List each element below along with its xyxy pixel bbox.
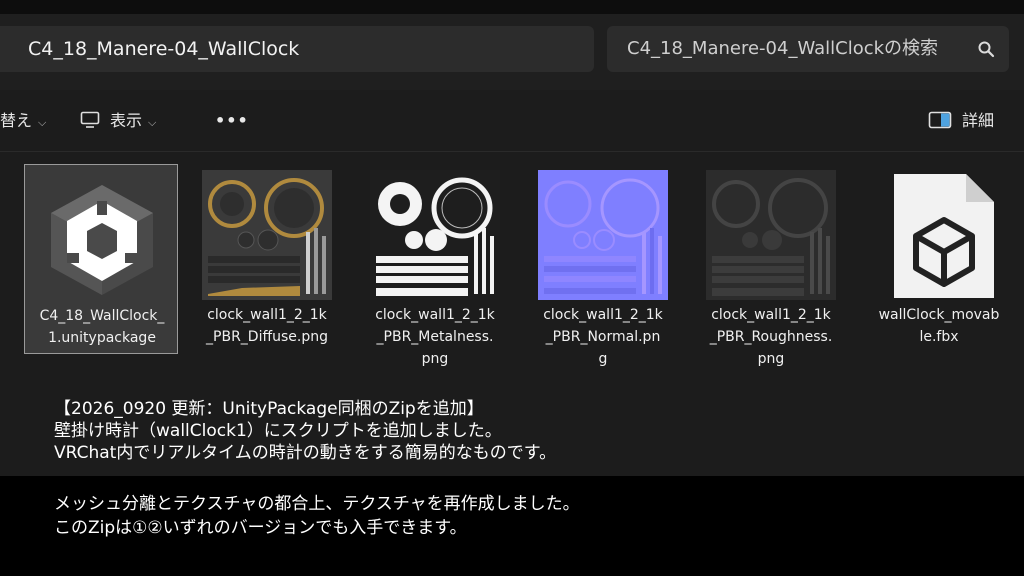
file-name: wallClock_movab le.fbx <box>878 307 1000 345</box>
monitor-icon <box>80 111 100 128</box>
chevron-down-icon: ⌵ <box>38 116 47 129</box>
file-item-unitypackage[interactable]: C4_18_WallClock_ 1.unitypackage <box>24 164 178 354</box>
file-item-normal-png[interactable]: clock_wall1_2_1k _PBR_Normal.pn g <box>526 164 680 367</box>
metalness-texture-thumbnail <box>370 170 500 300</box>
search-box[interactable]: C4_18_Manere-04_WallClockの検索 <box>607 26 1009 72</box>
note-line: 【2026_0920 更新：UnityPackage同梱のZipを追加】 <box>54 399 484 419</box>
roughness-texture-thumbnail <box>706 170 836 300</box>
file-item-fbx[interactable]: wallClock_movab le.fbx <box>862 164 1016 354</box>
file-name: clock_wall1_2_1k _PBR_Metalness. png <box>375 307 495 367</box>
3d-object-file-icon <box>894 174 994 298</box>
chevron-down-icon: ⌵ <box>148 116 157 129</box>
diffuse-texture-thumbnail <box>202 170 332 300</box>
details-label: 詳細 <box>962 111 995 130</box>
address-path: C4_18_Manere-04_WallClock <box>28 38 300 60</box>
window-top-strip <box>0 0 1024 14</box>
file-name: clock_wall1_2_1k _PBR_Normal.pn g <box>543 307 663 367</box>
more-options-button[interactable]: ••• <box>215 108 249 134</box>
command-bar: 替え ⌵ 表示 ⌵ ••• 詳細 <box>0 90 1024 152</box>
note-line: 壁掛け時計（wallClock1）にスクリプトを追加しました。 <box>54 421 502 441</box>
search-placeholder: C4_18_Manere-04_WallClockの検索 <box>627 38 939 59</box>
address-row: C4_18_Manere-04_WallClock C4_18_Manere-0… <box>0 14 1024 90</box>
caption-bar: メッシュ分離とテクスチャの都合上、テクスチャを再作成しました。 このZipは①②… <box>0 476 1024 576</box>
sort-label: 替え <box>0 111 33 130</box>
file-name: C4_18_WallClock_ 1.unitypackage <box>39 308 165 346</box>
search-icon[interactable] <box>977 40 995 58</box>
address-bar[interactable]: C4_18_Manere-04_WallClock <box>0 26 594 72</box>
normal-map-thumbnail <box>538 170 668 300</box>
view-label: 表示 <box>110 111 143 130</box>
file-name: clock_wall1_2_1k _PBR_Roughness. png <box>709 307 833 367</box>
note-line: VRChat内でリアルタイムの時計の動きをする簡易的なものです。 <box>54 443 557 463</box>
view-button[interactable]: 表示 ⌵ <box>80 108 156 134</box>
more-icon: ••• <box>215 111 249 130</box>
unity-package-icon <box>51 185 153 295</box>
caption-line: このZipは①②いずれのバージョンでも入手できます。 <box>54 518 467 538</box>
file-item-diffuse-png[interactable]: clock_wall1_2_1k _PBR_Diffuse.png <box>190 164 344 354</box>
caption-line: メッシュ分離とテクスチャの都合上、テクスチャを再作成しました。 <box>54 494 580 514</box>
details-pane-button[interactable]: 詳細 <box>928 108 994 134</box>
details-pane-icon <box>928 111 952 129</box>
update-notes-overlay: 【2026_0920 更新：UnityPackage同梱のZipを追加】 壁掛け… <box>54 398 556 464</box>
file-item-roughness-png[interactable]: clock_wall1_2_1k _PBR_Roughness. png <box>694 164 848 367</box>
file-name: clock_wall1_2_1k _PBR_Diffuse.png <box>206 307 328 345</box>
file-item-metalness-png[interactable]: clock_wall1_2_1k _PBR_Metalness. png <box>358 164 512 367</box>
sort-button[interactable]: 替え ⌵ <box>0 108 46 134</box>
